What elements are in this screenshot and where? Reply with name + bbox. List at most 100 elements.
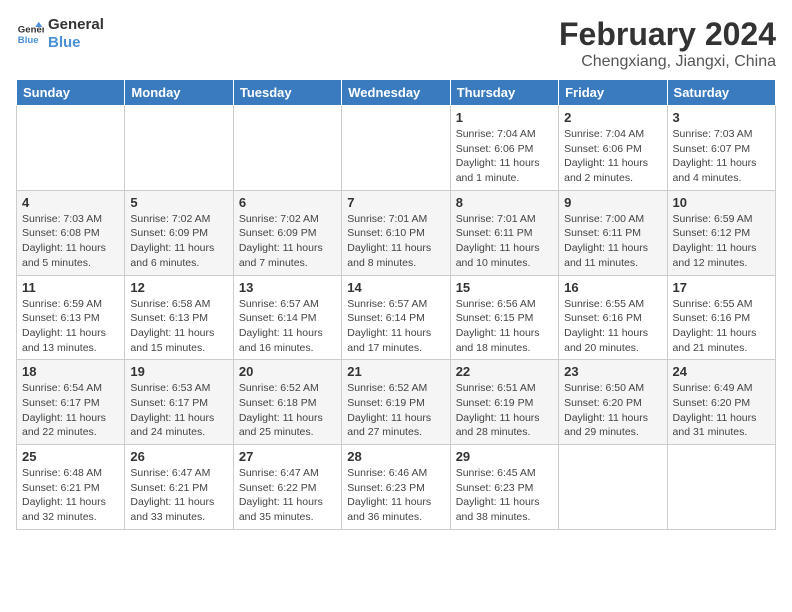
- day-number: 12: [130, 280, 227, 295]
- day-info: Sunrise: 7:02 AM Sunset: 6:09 PM Dayligh…: [130, 212, 227, 271]
- day-info: Sunrise: 7:03 AM Sunset: 6:07 PM Dayligh…: [673, 127, 770, 186]
- day-info: Sunrise: 6:58 AM Sunset: 6:13 PM Dayligh…: [130, 297, 227, 356]
- day-info: Sunrise: 7:04 AM Sunset: 6:06 PM Dayligh…: [456, 127, 553, 186]
- day-info: Sunrise: 7:01 AM Sunset: 6:11 PM Dayligh…: [456, 212, 553, 271]
- day-info: Sunrise: 6:55 AM Sunset: 6:16 PM Dayligh…: [673, 297, 770, 356]
- day-number: 11: [22, 280, 119, 295]
- weekday-header: Thursday: [450, 80, 558, 106]
- calendar-week-row: 11 Sunrise: 6:59 AM Sunset: 6:13 PM Dayli…: [17, 275, 776, 360]
- logo-icon: General Blue: [16, 20, 44, 48]
- calendar-table: SundayMondayTuesdayWednesdayThursdayFrid…: [16, 79, 776, 530]
- calendar-cell: [559, 445, 667, 530]
- day-info: Sunrise: 6:54 AM Sunset: 6:17 PM Dayligh…: [22, 381, 119, 440]
- weekday-header: Monday: [125, 80, 233, 106]
- calendar-cell: 21Sunrise: 6:52 AM Sunset: 6:19 PM Dayli…: [342, 360, 450, 445]
- calendar-cell: 8 Sunrise: 7:01 AM Sunset: 6:11 PM Daylig…: [450, 190, 558, 275]
- day-info: Sunrise: 6:52 AM Sunset: 6:18 PM Dayligh…: [239, 381, 336, 440]
- calendar-week-row: 4 Sunrise: 7:03 AM Sunset: 6:08 PM Daylig…: [17, 190, 776, 275]
- day-info: Sunrise: 6:57 AM Sunset: 6:14 PM Dayligh…: [347, 297, 444, 356]
- day-number: 25: [22, 449, 119, 464]
- day-info: Sunrise: 6:45 AM Sunset: 6:23 PM Dayligh…: [456, 466, 553, 525]
- calendar-cell: 29 Sunrise: 6:45 AM Sunset: 6:23 PM Dayli…: [450, 445, 558, 530]
- day-number: 1: [456, 110, 553, 125]
- logo-text: GeneralBlue: [48, 16, 104, 52]
- calendar-cell: [17, 106, 125, 191]
- calendar-cell: 22 Sunrise: 6:51 AM Sunset: 6:19 PM Dayli…: [450, 360, 558, 445]
- day-info: Sunrise: 6:55 AM Sunset: 6:16 PM Dayligh…: [564, 297, 661, 356]
- day-info: Sunrise: 6:59 AM Sunset: 6:12 PM Dayligh…: [673, 212, 770, 271]
- calendar-cell: 13Sunrise: 6:57 AM Sunset: 6:14 PM Dayli…: [233, 275, 341, 360]
- day-number: 5: [130, 195, 227, 210]
- calendar-cell: 16 Sunrise: 6:55 AM Sunset: 6:16 PM Dayli…: [559, 275, 667, 360]
- calendar-cell: 17Sunrise: 6:55 AM Sunset: 6:16 PM Dayli…: [667, 275, 775, 360]
- calendar-cell: 7 Sunrise: 7:01 AM Sunset: 6:10 PM Daylig…: [342, 190, 450, 275]
- day-number: 2: [564, 110, 661, 125]
- weekday-header: Wednesday: [342, 80, 450, 106]
- day-info: Sunrise: 7:04 AM Sunset: 6:06 PM Dayligh…: [564, 127, 661, 186]
- calendar-cell: 18 Sunrise: 6:54 AM Sunset: 6:17 PM Dayli…: [17, 360, 125, 445]
- day-number: 21: [347, 364, 444, 379]
- day-number: 22: [456, 364, 553, 379]
- calendar-cell: 9 Sunrise: 7:00 AM Sunset: 6:11 PM Daylig…: [559, 190, 667, 275]
- day-number: 3: [673, 110, 770, 125]
- logo: General Blue GeneralBlue: [16, 16, 104, 52]
- day-info: Sunrise: 7:00 AM Sunset: 6:11 PM Dayligh…: [564, 212, 661, 271]
- day-info: Sunrise: 6:49 AM Sunset: 6:20 PM Dayligh…: [673, 381, 770, 440]
- calendar-cell: [125, 106, 233, 191]
- day-info: Sunrise: 7:03 AM Sunset: 6:08 PM Dayligh…: [22, 212, 119, 271]
- calendar-cell: 5 Sunrise: 7:02 AM Sunset: 6:09 PM Daylig…: [125, 190, 233, 275]
- calendar-cell: 25 Sunrise: 6:48 AM Sunset: 6:21 PM Dayli…: [17, 445, 125, 530]
- day-number: 26: [130, 449, 227, 464]
- day-number: 6: [239, 195, 336, 210]
- calendar-cell: 2 Sunrise: 7:04 AM Sunset: 6:06 PM Daylig…: [559, 106, 667, 191]
- day-number: 16: [564, 280, 661, 295]
- day-info: Sunrise: 6:48 AM Sunset: 6:21 PM Dayligh…: [22, 466, 119, 525]
- day-number: 7: [347, 195, 444, 210]
- calendar-cell: 10Sunrise: 6:59 AM Sunset: 6:12 PM Dayli…: [667, 190, 775, 275]
- month-year-title: February 2024: [559, 16, 776, 53]
- day-info: Sunrise: 6:47 AM Sunset: 6:21 PM Dayligh…: [130, 466, 227, 525]
- weekday-header-row: SundayMondayTuesdayWednesdayThursdayFrid…: [17, 80, 776, 106]
- weekday-header: Saturday: [667, 80, 775, 106]
- day-number: 13: [239, 280, 336, 295]
- calendar-cell: 28 Sunrise: 6:46 AM Sunset: 6:23 PM Dayli…: [342, 445, 450, 530]
- calendar-cell: 24 Sunrise: 6:49 AM Sunset: 6:20 PM Dayli…: [667, 360, 775, 445]
- location-subtitle: Chengxiang, Jiangxi, China: [559, 53, 776, 71]
- day-number: 9: [564, 195, 661, 210]
- calendar-cell: 19Sunrise: 6:53 AM Sunset: 6:17 PM Dayli…: [125, 360, 233, 445]
- calendar-cell: 3 Sunrise: 7:03 AM Sunset: 6:07 PM Daylig…: [667, 106, 775, 191]
- title-block: February 2024 Chengxiang, Jiangxi, China: [559, 16, 776, 71]
- svg-text:Blue: Blue: [18, 35, 39, 46]
- calendar-cell: 23Sunrise: 6:50 AM Sunset: 6:20 PM Dayli…: [559, 360, 667, 445]
- day-info: Sunrise: 6:50 AM Sunset: 6:20 PM Dayligh…: [564, 381, 661, 440]
- page-header: General Blue GeneralBlue February 2024 C…: [16, 16, 776, 71]
- day-number: 18: [22, 364, 119, 379]
- day-info: Sunrise: 6:56 AM Sunset: 6:15 PM Dayligh…: [456, 297, 553, 356]
- day-number: 8: [456, 195, 553, 210]
- calendar-cell: 12 Sunrise: 6:58 AM Sunset: 6:13 PM Dayli…: [125, 275, 233, 360]
- calendar-cell: 6Sunrise: 7:02 AM Sunset: 6:09 PM Daylig…: [233, 190, 341, 275]
- day-info: Sunrise: 6:59 AM Sunset: 6:13 PM Dayligh…: [22, 297, 119, 356]
- day-info: Sunrise: 6:53 AM Sunset: 6:17 PM Dayligh…: [130, 381, 227, 440]
- calendar-cell: 11 Sunrise: 6:59 AM Sunset: 6:13 PM Dayli…: [17, 275, 125, 360]
- weekday-header: Friday: [559, 80, 667, 106]
- weekday-header: Sunday: [17, 80, 125, 106]
- calendar-week-row: 1 Sunrise: 7:04 AM Sunset: 6:06 PM Daylig…: [17, 106, 776, 191]
- calendar-cell: 15 Sunrise: 6:56 AM Sunset: 6:15 PM Dayli…: [450, 275, 558, 360]
- day-number: 24: [673, 364, 770, 379]
- calendar-cell: 20 Sunrise: 6:52 AM Sunset: 6:18 PM Dayli…: [233, 360, 341, 445]
- day-number: 20: [239, 364, 336, 379]
- day-number: 4: [22, 195, 119, 210]
- calendar-week-row: 25 Sunrise: 6:48 AM Sunset: 6:21 PM Dayli…: [17, 445, 776, 530]
- calendar-cell: [342, 106, 450, 191]
- calendar-cell: [667, 445, 775, 530]
- calendar-cell: 27Sunrise: 6:47 AM Sunset: 6:22 PM Dayli…: [233, 445, 341, 530]
- calendar-cell: 4 Sunrise: 7:03 AM Sunset: 6:08 PM Daylig…: [17, 190, 125, 275]
- weekday-header: Tuesday: [233, 80, 341, 106]
- day-number: 28: [347, 449, 444, 464]
- day-number: 15: [456, 280, 553, 295]
- day-info: Sunrise: 6:51 AM Sunset: 6:19 PM Dayligh…: [456, 381, 553, 440]
- day-info: Sunrise: 6:46 AM Sunset: 6:23 PM Dayligh…: [347, 466, 444, 525]
- day-number: 29: [456, 449, 553, 464]
- day-info: Sunrise: 7:01 AM Sunset: 6:10 PM Dayligh…: [347, 212, 444, 271]
